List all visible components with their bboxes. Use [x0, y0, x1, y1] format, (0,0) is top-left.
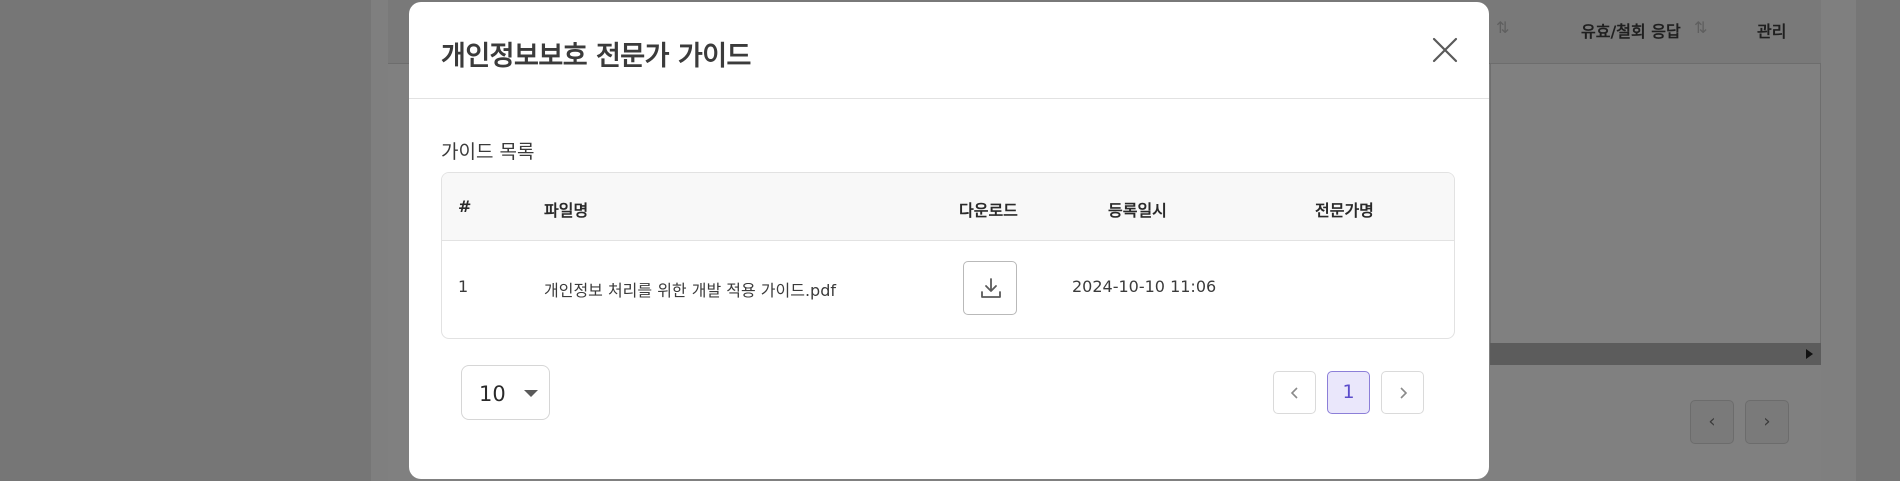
page-button-current[interactable]: 1 [1327, 371, 1370, 414]
background-table-body [1490, 64, 1821, 364]
background-prev-page-button: ‹ [1690, 400, 1734, 444]
column-manage: 관리 [1757, 22, 1787, 41]
chevron-right-icon [1399, 387, 1407, 399]
column-valid-withdraw-response: 유효/철회 응답 [1581, 22, 1681, 41]
background-horizontal-scrollbar [1490, 343, 1821, 365]
row-registered-at: 2024-10-10 11:06 [1072, 277, 1217, 296]
table-header-row: # 파일명 다운로드 등록일시 전문가명 [442, 173, 1454, 241]
expert-guide-modal: 개인정보보호 전문가 가이드 가이드 목록 # 파일명 다운로드 등록일시 전문… [409, 2, 1489, 479]
download-button[interactable] [963, 261, 1017, 315]
column-expert-name: 전문가명 [1315, 201, 1374, 220]
guide-table: # 파일명 다운로드 등록일시 전문가명 1 개인정보 처리를 위한 개발 적용… [441, 172, 1455, 339]
background-next-page-button: › [1745, 400, 1789, 444]
chevron-down-icon [524, 390, 538, 397]
row-number: 1 [458, 277, 469, 296]
column-download: 다운로드 [959, 201, 1018, 220]
close-icon[interactable] [1431, 36, 1459, 64]
download-icon [981, 278, 1001, 298]
scroll-right-arrow-icon [1806, 349, 1813, 359]
page-size-select[interactable]: 10 [461, 365, 550, 420]
column-number: # [458, 197, 472, 216]
page-size-value: 10 [479, 382, 506, 406]
table-row: 1 개인정보 처리를 위한 개발 적용 가이드.pdf 2024-10-10 1… [442, 241, 1454, 338]
row-file-name: 개인정보 처리를 위한 개발 적용 가이드.pdf [544, 281, 836, 300]
guide-list-label: 가이드 목록 [441, 141, 535, 163]
modal-header: 개인정보보호 전문가 가이드 [409, 2, 1489, 99]
sort-arrows-icon: ⇅ [1496, 18, 1510, 37]
sort-arrows-icon: ⇅ [1694, 18, 1708, 37]
column-registered-at: 등록일시 [1108, 201, 1167, 220]
modal-title: 개인정보보호 전문가 가이드 [441, 41, 751, 72]
column-file-name: 파일명 [544, 201, 589, 220]
next-page-button[interactable] [1381, 371, 1424, 414]
chevron-left-icon [1290, 387, 1298, 399]
prev-page-button[interactable] [1273, 371, 1316, 414]
